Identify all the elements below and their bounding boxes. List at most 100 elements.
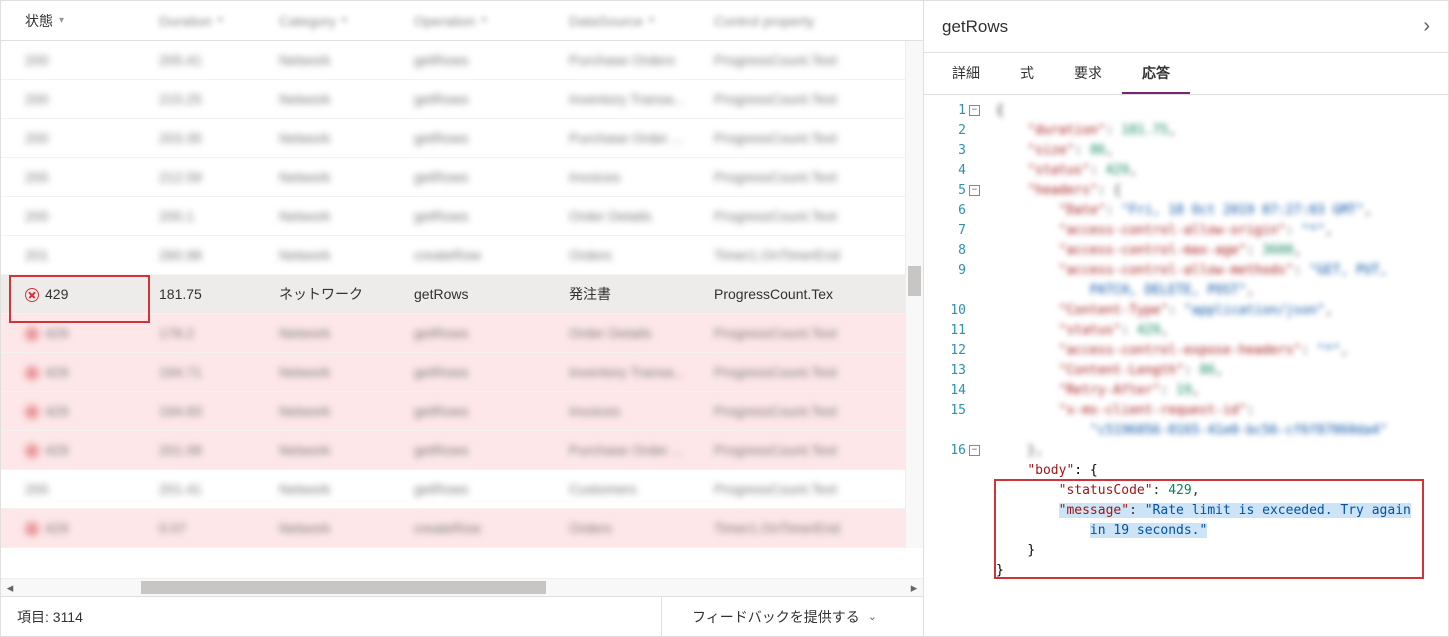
table-row[interactable]: 201260.98NetworkcreateRowOrdersTimer1.On… bbox=[1, 236, 923, 275]
code-area[interactable]: 1−2345−678910111213141516− { "duration":… bbox=[924, 95, 1448, 636]
scroll-left-icon[interactable]: ◂ bbox=[1, 580, 19, 596]
table-row[interactable]: 200200.1NetworkgetRowsOrder DetailsProgr… bbox=[1, 197, 923, 236]
cell-status: 200 bbox=[25, 481, 159, 497]
table-row[interactable]: 429201.08NetworkgetRowsPurchase Order ..… bbox=[1, 431, 923, 470]
table-row[interactable]: 429194.83NetworkgetRowsInvoicesProgressC… bbox=[1, 392, 923, 431]
cell-status: 201 bbox=[25, 247, 159, 263]
cell-operation: getRows bbox=[414, 364, 569, 380]
cell-status: 200 bbox=[25, 91, 159, 107]
tab-request[interactable]: 要求 bbox=[1054, 53, 1122, 94]
cell-status: 429 bbox=[25, 286, 159, 302]
fold-icon[interactable]: − bbox=[969, 445, 980, 456]
column-category[interactable]: Category▾ bbox=[279, 13, 414, 29]
column-datasource[interactable]: DataSource▾ bbox=[569, 13, 714, 29]
tabs: 詳細 式 要求 応答 bbox=[924, 53, 1448, 95]
code-line: in 19 seconds." bbox=[996, 521, 1448, 541]
cell-control: ProgressCount.Text bbox=[714, 208, 864, 224]
error-icon bbox=[25, 327, 39, 341]
table-row[interactable]: 200203.35NetworkgetRowsPurchase Order ..… bbox=[1, 119, 923, 158]
error-icon bbox=[25, 522, 39, 536]
cell-control: ProgressCount.Text bbox=[714, 325, 864, 341]
cell-category: Network bbox=[279, 520, 414, 536]
chevron-down-icon: ⌄ bbox=[868, 610, 877, 623]
cell-category: Network bbox=[279, 130, 414, 146]
cell-status: 429 bbox=[25, 520, 159, 536]
table-row[interactable]: 200201.41NetworkgetRowsCustomersProgress… bbox=[1, 470, 923, 509]
cell-operation: getRows bbox=[414, 481, 569, 497]
cell-datasource: Purchase Order ... bbox=[569, 442, 714, 458]
chevron-right-icon[interactable]: › bbox=[1423, 15, 1430, 38]
tab-detail[interactable]: 詳細 bbox=[932, 53, 1000, 94]
sort-icon: ▾ bbox=[59, 15, 64, 26]
table-body[interactable]: 200205.41NetworkgetRowsPurchase OrdersPr… bbox=[1, 41, 923, 578]
cell-duration: 194.71 bbox=[159, 364, 279, 380]
column-control[interactable]: Control property bbox=[714, 13, 864, 29]
cell-operation: createRow bbox=[414, 520, 569, 536]
cell-datasource: Inventory Transa... bbox=[569, 364, 714, 380]
cell-status: 429 bbox=[25, 364, 159, 380]
table-row[interactable]: 429194.71NetworkgetRowsInventory Transa.… bbox=[1, 353, 923, 392]
tab-formula[interactable]: 式 bbox=[1000, 53, 1054, 94]
cell-category: Network bbox=[279, 208, 414, 224]
cell-control: ProgressCount.Text bbox=[714, 364, 864, 380]
cell-duration: 201.41 bbox=[159, 481, 279, 497]
cell-datasource: Customers bbox=[569, 481, 714, 497]
table-row[interactable]: 200215.25NetworkgetRowsInventory Transa.… bbox=[1, 80, 923, 119]
cell-duration: 260.98 bbox=[159, 247, 279, 263]
detail-title: getRows bbox=[942, 17, 1008, 37]
table-row[interactable]: 200212.59NetworkgetRowsInvoicesProgressC… bbox=[1, 158, 923, 197]
cell-category: Network bbox=[279, 91, 414, 107]
table-row[interactable]: 4290.07NetworkcreateRowOrdersTimer1.OnTi… bbox=[1, 509, 923, 548]
scrollbar-thumb[interactable] bbox=[141, 581, 546, 594]
cell-operation: createRow bbox=[414, 247, 569, 263]
cell-datasource: Orders bbox=[569, 247, 714, 263]
code-line: "message": "Rate limit is exceeded. Try … bbox=[996, 501, 1448, 521]
cell-duration: 212.59 bbox=[159, 169, 279, 185]
cell-operation: getRows bbox=[414, 130, 569, 146]
feedback-label: フィードバックを提供する bbox=[692, 607, 860, 627]
error-icon bbox=[25, 366, 39, 380]
cell-duration: 203.35 bbox=[159, 130, 279, 146]
column-operation[interactable]: Operation▾ bbox=[414, 13, 569, 29]
scrollbar-horizontal[interactable]: ◂ ▸ bbox=[1, 578, 923, 596]
cell-category: Network bbox=[279, 52, 414, 68]
column-status[interactable]: 状態▾ bbox=[25, 11, 159, 31]
cell-operation: getRows bbox=[414, 52, 569, 68]
cell-duration: 215.25 bbox=[159, 91, 279, 107]
code-line: "statusCode": 429, bbox=[996, 481, 1448, 501]
column-duration[interactable]: Duration▾ bbox=[159, 13, 279, 29]
fold-icon[interactable]: − bbox=[969, 185, 980, 196]
scrollbar-vertical[interactable] bbox=[905, 41, 923, 548]
table-header: 状態▾ Duration▾ Category▾ Operation▾ DataS… bbox=[1, 1, 923, 41]
feedback-button[interactable]: フィードバックを提供する ⌄ bbox=[661, 597, 907, 636]
cell-control: ProgressCount.Text bbox=[714, 403, 864, 419]
cell-category: Network bbox=[279, 481, 414, 497]
item-count: 項目: 3114 bbox=[17, 607, 83, 627]
cell-status: 429 bbox=[25, 442, 159, 458]
cell-category: Network bbox=[279, 442, 414, 458]
table-row[interactable]: 200205.41NetworkgetRowsPurchase OrdersPr… bbox=[1, 41, 923, 80]
cell-control: ProgressCount.Text bbox=[714, 169, 864, 185]
code-line: } bbox=[996, 541, 1448, 561]
cell-category: Network bbox=[279, 247, 414, 263]
cell-operation: getRows bbox=[414, 169, 569, 185]
tab-response[interactable]: 応答 bbox=[1122, 53, 1190, 94]
error-icon bbox=[25, 405, 39, 419]
cell-duration: 178.2 bbox=[159, 325, 279, 341]
scroll-right-icon[interactable]: ▸ bbox=[905, 580, 923, 596]
cell-operation: getRows bbox=[414, 325, 569, 341]
cell-duration: 181.75 bbox=[159, 286, 279, 302]
error-icon bbox=[25, 288, 39, 302]
cell-operation: getRows bbox=[414, 286, 569, 302]
cell-category: Network bbox=[279, 403, 414, 419]
table-row[interactable]: 429178.2NetworkgetRowsOrder DetailsProgr… bbox=[1, 314, 923, 353]
fold-icon[interactable]: − bbox=[969, 105, 980, 116]
cell-status: 429 bbox=[25, 325, 159, 341]
scrollbar-thumb[interactable] bbox=[908, 266, 921, 296]
cell-category: Network bbox=[279, 325, 414, 341]
cell-datasource: Invoices bbox=[569, 403, 714, 419]
cell-datasource: Purchase Order ... bbox=[569, 130, 714, 146]
table-row[interactable]: 429181.75ネットワークgetRows発注書ProgressCount.T… bbox=[1, 275, 923, 314]
cell-control: ProgressCount.Text bbox=[714, 481, 864, 497]
cell-status: 429 bbox=[25, 403, 159, 419]
